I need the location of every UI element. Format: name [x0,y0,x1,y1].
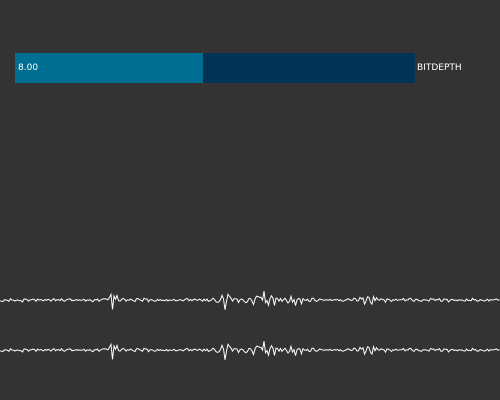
waveform-left-channel [0,291,500,310]
bitdepth-slider[interactable]: 8.00 [15,53,415,83]
slider-value: 8.00 [18,63,39,73]
waveform-right-channel [0,341,500,360]
slider-fill [15,53,203,83]
slider-label: BITDEPTH [417,63,462,73]
waveform-line [0,341,500,360]
sketch-canvas: 8.00 BITDEPTH [0,0,500,400]
waveform-line [0,291,500,310]
